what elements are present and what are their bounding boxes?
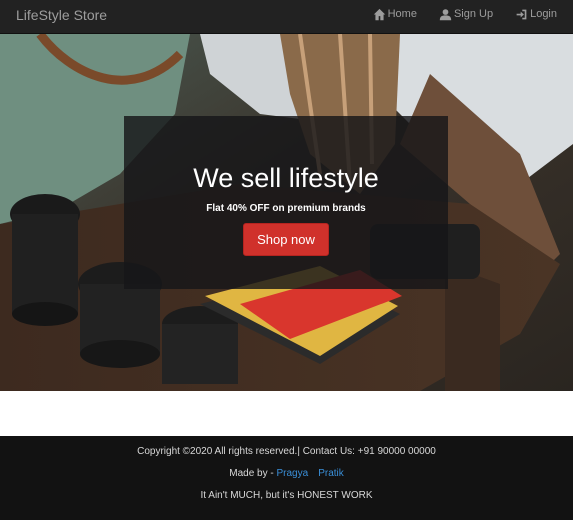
footer: Copyright ©2020 All rights reserved.| Co… <box>0 436 573 520</box>
nav-login-label: Login <box>530 8 557 20</box>
made-by-label: Made by - <box>229 468 277 479</box>
hero-title: We sell lifestyle <box>193 163 379 193</box>
author-link-pragya[interactable]: Pragya <box>277 468 309 479</box>
home-icon <box>373 8 386 21</box>
hero-panel: We sell lifestyle Flat 40% OFF on premiu… <box>124 116 448 289</box>
footer-copyright: Copyright ©2020 All rights reserved.| Co… <box>137 446 436 457</box>
shop-now-button[interactable]: Shop now <box>243 223 329 256</box>
hero-subtitle: Flat 40% OFF on premium brands <box>206 203 366 214</box>
author-link-pratik[interactable]: Pratik <box>318 468 344 479</box>
user-icon <box>439 8 452 21</box>
nav-signup-link[interactable]: Sign Up <box>439 7 493 21</box>
brand-link[interactable]: LifeStyle Store <box>16 6 107 24</box>
nav-signup-label: Sign Up <box>453 8 494 20</box>
login-icon <box>515 8 528 21</box>
hero-banner: We sell lifestyle Flat 40% OFF on premiu… <box>0 34 573 391</box>
nav-home-label: Home <box>387 8 417 20</box>
footer-tagline: It Ain't MUCH, but it's HONEST WORK <box>200 490 373 501</box>
navbar: LifeStyle Store Home Sign Up Login <box>0 0 573 34</box>
nav-links: Home Sign Up Login <box>351 7 557 21</box>
nav-login-link[interactable]: Login <box>515 7 557 21</box>
nav-home-link[interactable]: Home <box>373 7 417 21</box>
footer-made-by: Made by - Pragya Pratik <box>0 468 573 479</box>
